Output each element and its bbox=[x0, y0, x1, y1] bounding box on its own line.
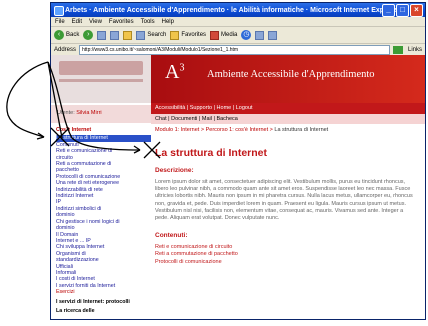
logo-caption bbox=[59, 79, 143, 82]
annotation-curve bbox=[36, 132, 45, 140]
menu-favorites[interactable]: Favorites bbox=[109, 19, 134, 25]
maximize-button[interactable]: □ bbox=[396, 4, 409, 17]
browser-window: Arbets · Ambiente Accessibile d'Apprendi… bbox=[50, 2, 426, 320]
history-icon[interactable]: ◷ bbox=[241, 30, 252, 40]
page-title: La struttura di Internet bbox=[155, 147, 268, 159]
forward-button[interactable]: › bbox=[83, 30, 94, 40]
content-link[interactable]: Protocolli di comunicazione bbox=[155, 259, 417, 266]
address-label: Address bbox=[54, 46, 77, 53]
media-icon bbox=[210, 30, 220, 40]
secondary-nav[interactable]: Chat | Documenti | Mail | Bacheca bbox=[151, 114, 425, 124]
menu-help[interactable]: Help bbox=[162, 19, 174, 25]
toolbar: ‹ Back › Search Favorites Media ◷ bbox=[51, 27, 425, 44]
search-button[interactable]: Search bbox=[136, 30, 167, 40]
user-name: Silvia Mirri bbox=[76, 110, 102, 116]
user-info: Utente: Silvia Mirri bbox=[51, 105, 151, 123]
screenshot-frame: Arbets · Ambiente Accessibile d'Apprendi… bbox=[0, 0, 428, 326]
back-arrow-icon: ‹ bbox=[54, 30, 64, 40]
window-controls: _ □ × bbox=[382, 4, 423, 17]
star-icon bbox=[170, 30, 180, 40]
sidebar-list: La struttura di Internet Contenuti Reti e … bbox=[56, 135, 151, 295]
menu-tools[interactable]: Tools bbox=[141, 19, 155, 25]
site-title: Ambiente Accessibile d'Apprendimento bbox=[207, 69, 375, 80]
breadcrumb: Modulo 1: Internet > Percorso 1: cos'è I… bbox=[155, 127, 417, 133]
go-button[interactable] bbox=[392, 45, 403, 54]
favorites-button[interactable]: Favorites bbox=[170, 30, 207, 40]
content-link[interactable]: Reti e comunicazione di circuito bbox=[155, 244, 417, 251]
breadcrumb-current: La struttura di Internet bbox=[274, 127, 329, 133]
annotation-curve bbox=[6, 61, 49, 138]
sidebar-subhead[interactable]: I servizi di Internet: protocolli bbox=[56, 299, 151, 305]
page-content: A3 Ambiente Accessibile d'Apprendimento … bbox=[51, 55, 425, 319]
search-icon bbox=[136, 30, 146, 40]
primary-nav[interactable]: Accessibilità | Supporto | Home | Logout bbox=[151, 103, 425, 114]
stop-icon[interactable] bbox=[97, 30, 107, 40]
sidebar-item[interactable]: Esercizi bbox=[56, 289, 151, 295]
print-icon[interactable] bbox=[268, 30, 278, 40]
university-logo bbox=[51, 55, 151, 103]
sidebar-section-title: Cos'è Internet bbox=[56, 127, 92, 133]
seal-logo bbox=[59, 61, 143, 75]
window-title: Arbets · Ambiente Accessibile d'Apprendi… bbox=[65, 6, 400, 14]
menu-view[interactable]: View bbox=[89, 19, 102, 25]
title-bar[interactable]: Arbets · Ambiente Accessibile d'Apprendi… bbox=[51, 3, 425, 17]
sidebar-subhead[interactable]: La ricerca delle bbox=[56, 308, 151, 314]
address-input[interactable]: http://www3.cs.unibo.it/~salomoni/A3/Mod… bbox=[79, 44, 390, 55]
favorites-label: Favorites bbox=[181, 32, 207, 38]
breadcrumb-item[interactable]: Percorso 1: cos'è Internet bbox=[206, 127, 269, 133]
close-button[interactable]: × bbox=[410, 4, 423, 17]
content-link[interactable]: Reti a commutazione di pacchetto bbox=[155, 251, 417, 258]
description-text: Lorem ipsum dolor sit amet, consectetuer… bbox=[155, 179, 413, 222]
media-label: Media bbox=[221, 32, 238, 38]
description-title: Descrizione: bbox=[155, 167, 194, 174]
minimize-button[interactable]: _ bbox=[382, 4, 395, 17]
menu-edit[interactable]: Edit bbox=[72, 19, 82, 25]
back-label: Back bbox=[66, 32, 80, 38]
links-label[interactable]: Links bbox=[408, 47, 422, 53]
site-banner: A3 Ambiente Accessibile d'Apprendimento bbox=[151, 55, 425, 103]
search-label: Search bbox=[147, 32, 167, 38]
menu-bar: File Edit View Favorites Tools Help bbox=[51, 17, 425, 27]
contents-title: Contenuti: bbox=[155, 232, 188, 240]
sidebar: Cos'è Internet La struttura di Internet C… bbox=[51, 127, 151, 319]
home-icon[interactable] bbox=[123, 30, 133, 40]
user-label: Utente: bbox=[57, 110, 75, 116]
breadcrumb-item[interactable]: Modulo 1: Internet bbox=[155, 127, 199, 133]
a3-logo: A3 bbox=[165, 61, 185, 83]
main-content: Modulo 1: Internet > Percorso 1: cos'è I… bbox=[155, 127, 417, 266]
back-button[interactable]: ‹ Back bbox=[54, 30, 79, 40]
menu-file[interactable]: File bbox=[55, 19, 65, 25]
media-button[interactable]: Media bbox=[210, 30, 238, 40]
ie-icon bbox=[54, 6, 64, 16]
mail-icon[interactable] bbox=[255, 30, 265, 40]
refresh-icon[interactable] bbox=[110, 30, 120, 40]
